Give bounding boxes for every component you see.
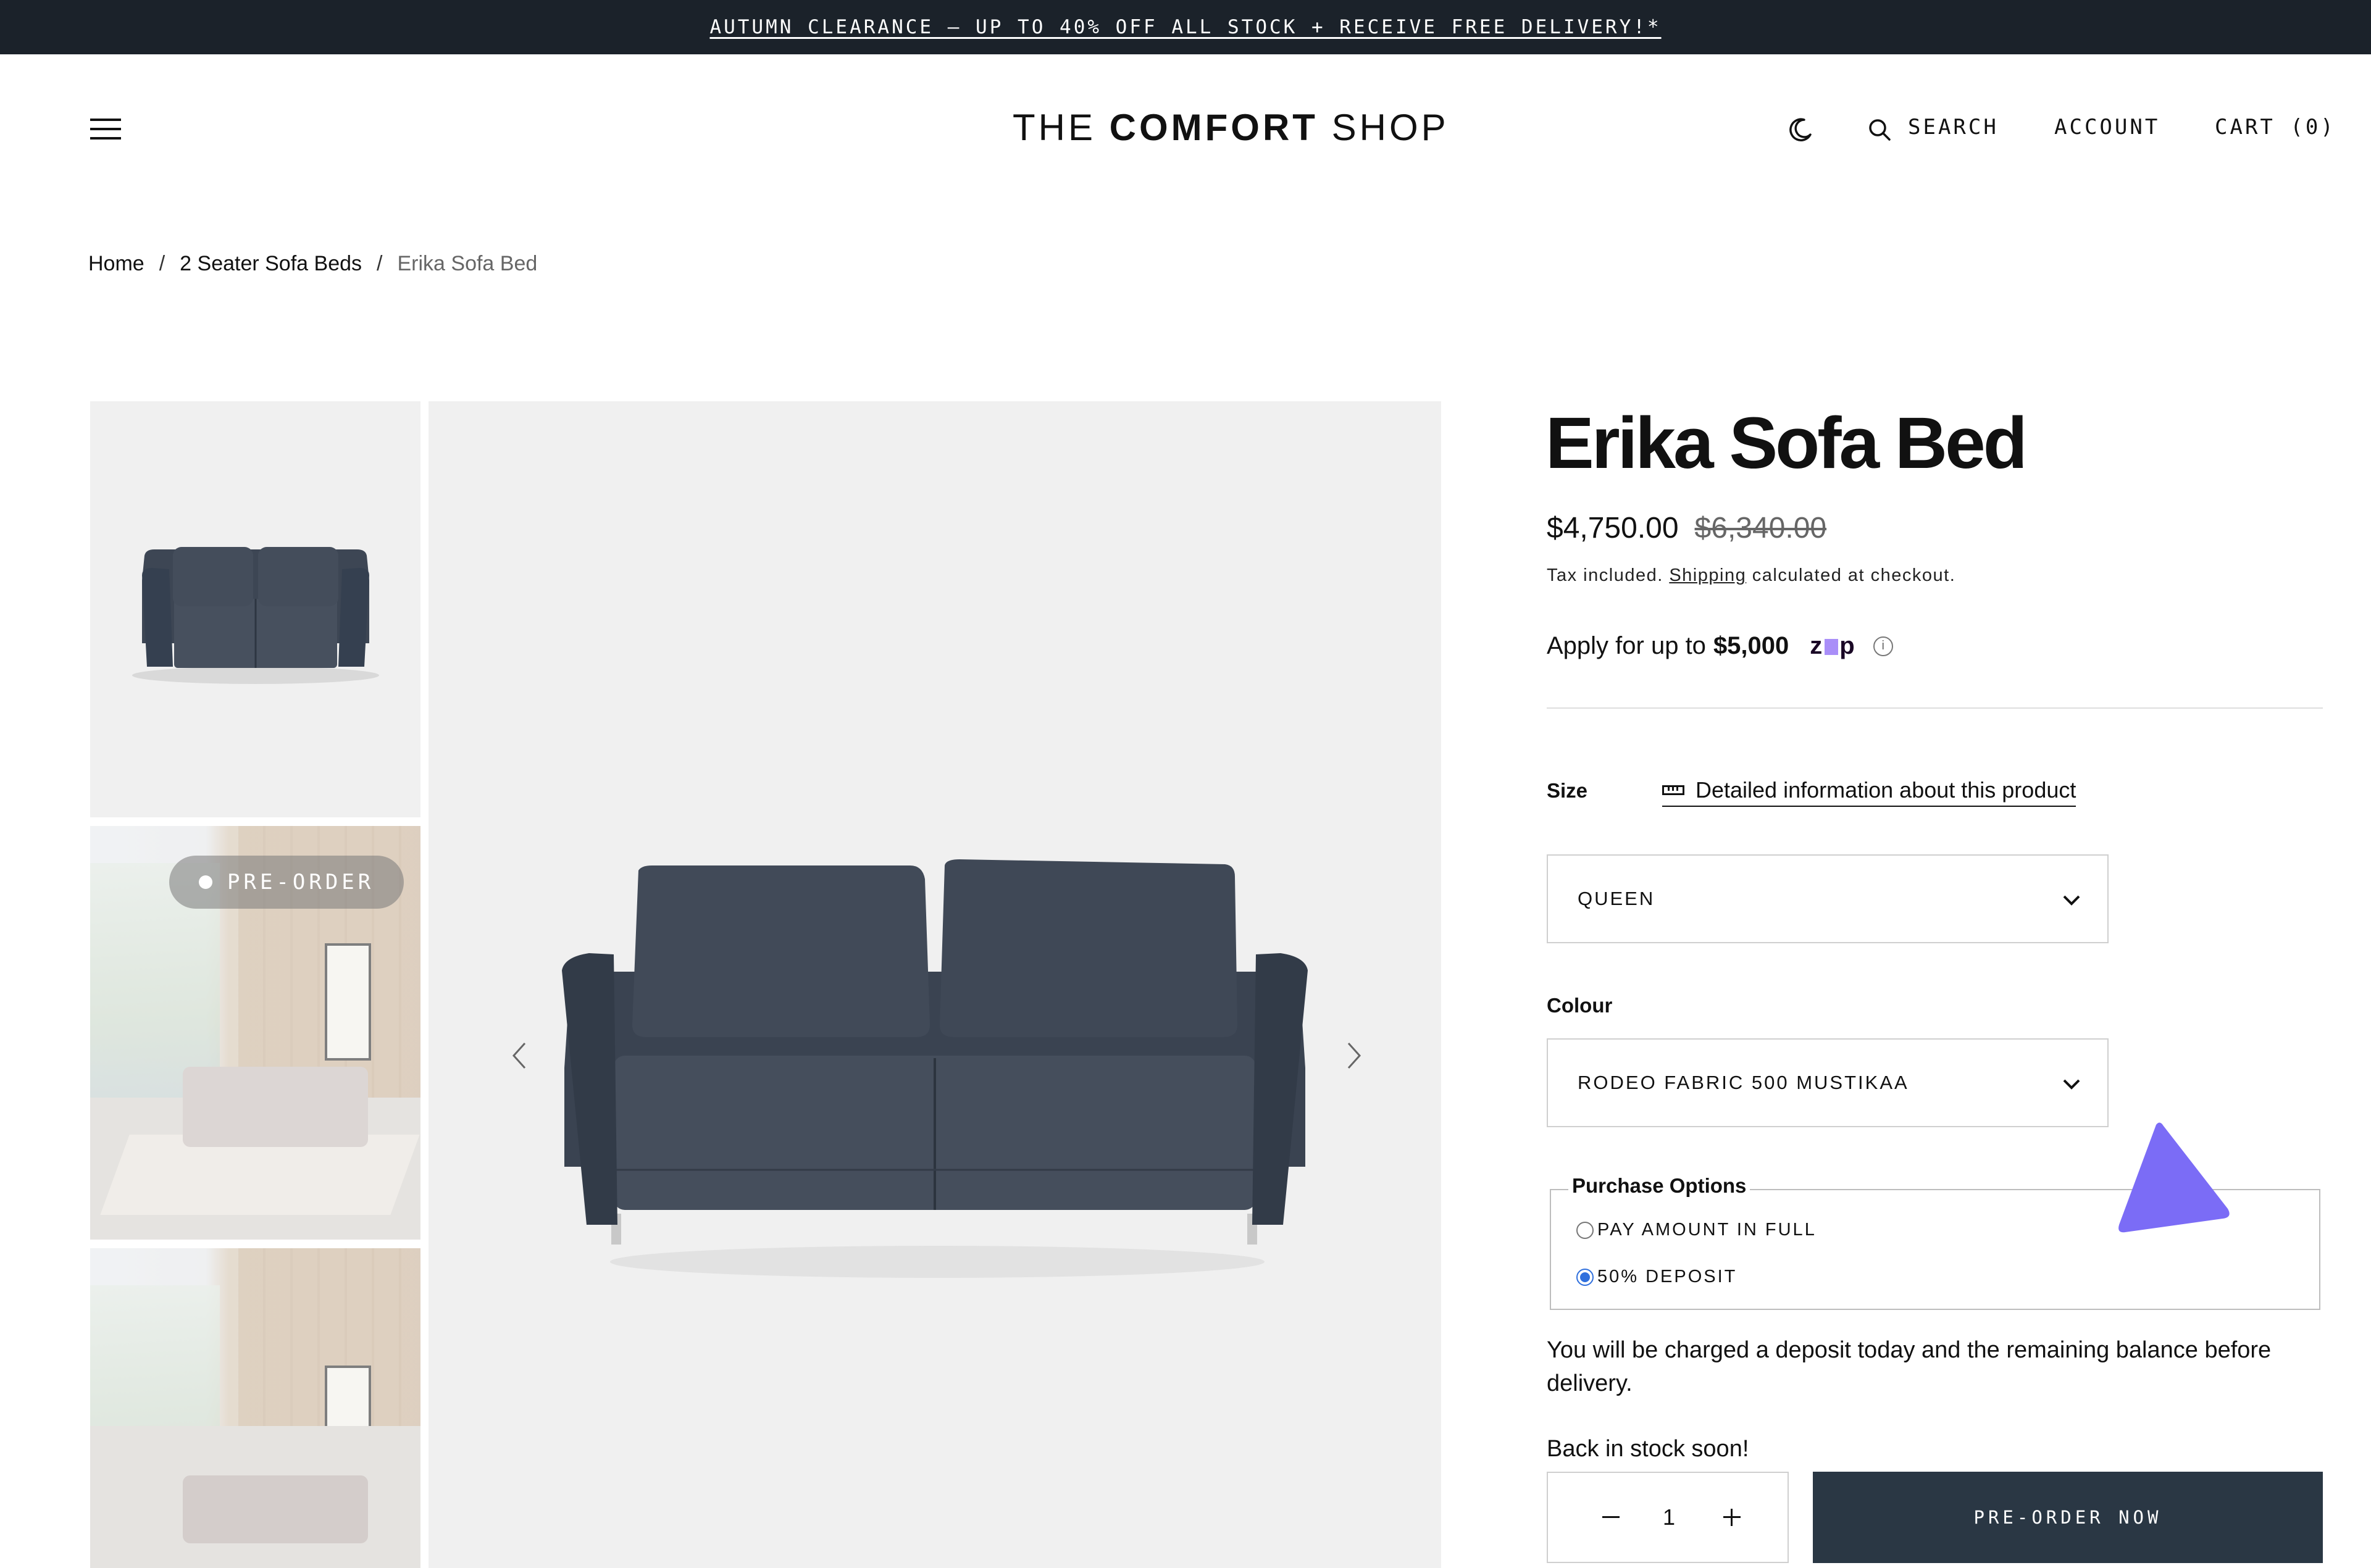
zip-logo[interactable]: zp: [1810, 632, 1855, 660]
increase-quantity-button[interactable]: [1713, 1505, 1750, 1530]
zip-prefix: Apply for up to: [1547, 632, 1706, 659]
dark-mode-icon[interactable]: [1786, 115, 1815, 144]
purchase-options-legend: Purchase Options: [1568, 1174, 1750, 1198]
breadcrumb-home[interactable]: Home: [88, 252, 144, 276]
menu-icon[interactable]: [90, 119, 121, 140]
tax-note: Tax included. Shipping calculated at che…: [1547, 565, 1955, 586]
logo-part-1: THE: [1013, 107, 1110, 148]
breadcrumb-separator: /: [159, 252, 165, 275]
colour-select-value: RODEO FABRIC 500 MUSTIKAA: [1578, 1072, 1909, 1093]
deposit-label: 50% DEPOSIT: [1597, 1267, 1737, 1287]
size-select[interactable]: QUEEN: [1547, 854, 2109, 943]
sofa-image: [562, 859, 1308, 1278]
thumbnail-1[interactable]: [90, 401, 420, 817]
lifestyle-room-image: [90, 1248, 420, 1568]
zip-amount: $5,000: [1713, 632, 1789, 659]
next-image-arrow-icon[interactable]: [1335, 1037, 1372, 1074]
deposit-option[interactable]: 50% DEPOSIT: [1576, 1267, 1737, 1287]
pre-order-button[interactable]: PRE-ORDER NOW: [1813, 1472, 2323, 1563]
breadcrumb-separator: /: [377, 252, 383, 275]
radio-deposit[interactable]: [1576, 1268, 1594, 1286]
tax-suffix: calculated at checkout.: [1746, 565, 1956, 585]
main-product-image[interactable]: [429, 401, 1441, 1568]
pay-in-full-label: PAY AMOUNT IN FULL: [1597, 1220, 1817, 1240]
ruler-icon: [1662, 785, 1684, 795]
colour-select[interactable]: RODEO FABRIC 500 MUSTIKAA: [1547, 1038, 2109, 1127]
pay-in-full-option[interactable]: PAY AMOUNT IN FULL: [1576, 1220, 1817, 1240]
deposit-note: You will be charged a deposit today and …: [1547, 1337, 2272, 1396]
product-details-link[interactable]: Detailed information about this product: [1662, 777, 2076, 807]
zip-logo-start: z: [1810, 632, 1824, 659]
breadcrumb-current: Erika Sofa Bed: [397, 252, 538, 275]
zip-logo-end: p: [1839, 632, 1856, 659]
product-title: Erika Sofa Bed: [1545, 402, 2028, 484]
shipping-link[interactable]: Shipping: [1669, 565, 1746, 585]
chevron-down-icon: [2063, 895, 2080, 906]
search-icon[interactable]: [1867, 117, 1892, 142]
breadcrumb: Home / 2 Seater Sofa Beds / Erika Sofa B…: [88, 252, 537, 276]
chevron-down-icon: [2063, 1079, 2080, 1090]
decrease-quantity-button[interactable]: [1592, 1505, 1629, 1530]
zip-finance-row: Apply for up to $5,000 zp i: [1547, 632, 1893, 660]
quantity-input[interactable]: [1641, 1473, 1697, 1562]
logo-part-3: SHOP: [1318, 107, 1449, 148]
divider: [1547, 707, 2323, 709]
announcement-bar[interactable]: AUTUMN CLEARANCE – UP TO 40% OFF ALL STO…: [0, 0, 2371, 54]
logo-part-2: COMFORT: [1109, 107, 1318, 148]
thumbnail-3[interactable]: [90, 1248, 420, 1568]
size-select-value: QUEEN: [1578, 888, 1655, 909]
compare-at-price: $6,340.00: [1694, 512, 1827, 544]
tax-prefix: Tax included.: [1547, 565, 1670, 585]
site-header: THE COMFORT SHOP SEARCH ACCOUNT CART (0): [0, 54, 2371, 202]
site-logo[interactable]: THE COMFORT SHOP: [1013, 106, 1446, 149]
product-details-link-text: Detailed information about this product: [1696, 777, 2076, 803]
account-link[interactable]: ACCOUNT: [2054, 115, 2160, 140]
mouse-pointer-icon: [2118, 1122, 2230, 1233]
info-icon[interactable]: i: [1873, 636, 1893, 656]
pre-order-badge: PRE-ORDER: [169, 856, 404, 909]
sale-price: $4,750.00: [1547, 512, 1679, 544]
pre-order-button-label: PRE-ORDER NOW: [1973, 1507, 2162, 1528]
announcement-text[interactable]: AUTUMN CLEARANCE – UP TO 40% OFF ALL STO…: [709, 16, 1661, 38]
radio-pay-in-full[interactable]: [1576, 1221, 1594, 1239]
thumbnail-2[interactable]: PRE-ORDER: [90, 826, 420, 1240]
search-link[interactable]: SEARCH: [1908, 115, 1999, 140]
breadcrumb-category[interactable]: 2 Seater Sofa Beds: [180, 252, 362, 276]
stock-message: Back in stock soon!: [1547, 1436, 1749, 1462]
colour-label: Colour: [1547, 994, 1613, 1017]
cart-link[interactable]: CART (0): [2215, 115, 2336, 140]
price-row: $4,750.00 $6,340.00: [1547, 511, 1826, 545]
badge-dot-icon: [199, 875, 212, 889]
badge-label: PRE-ORDER: [227, 870, 375, 895]
size-label: Size: [1547, 779, 1588, 802]
sofa-thumbnail-image: [132, 547, 379, 684]
previous-image-arrow-icon[interactable]: [501, 1037, 538, 1074]
quantity-stepper: [1547, 1472, 1789, 1563]
